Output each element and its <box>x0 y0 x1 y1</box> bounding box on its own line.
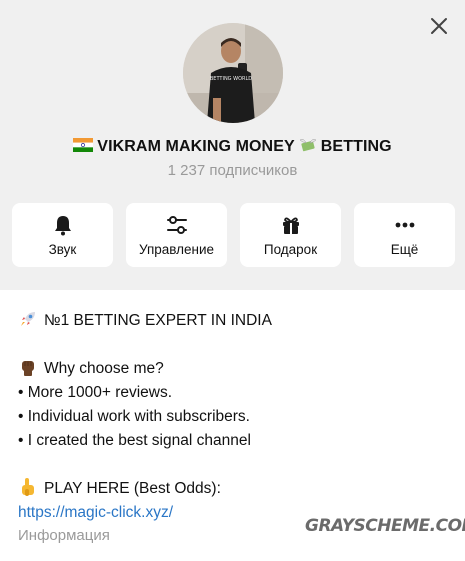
india-flag-icon <box>73 138 94 152</box>
sound-button[interactable]: Звук <box>12 203 113 267</box>
gift-button-label: Подарок <box>263 242 318 257</box>
manage-button-label: Управление <box>138 242 215 257</box>
watermark: GRAYSCHEME.COM <box>305 516 465 536</box>
description-headline: №1 BETTING EXPERT IN INDIA <box>44 312 272 329</box>
sound-button-label: Звук <box>48 242 77 257</box>
gift-button[interactable]: Подарок <box>240 203 341 267</box>
more-button[interactable]: Ещё <box>354 203 455 267</box>
description-line: PLAY HERE (Best Odds): <box>18 477 448 501</box>
description-line: №1 BETTING EXPERT IN INDIA <box>18 309 448 333</box>
description-bullet: • I created the best signal channel <box>18 432 251 449</box>
channel-title: VIKRAM MAKING MONEY BETTING <box>0 136 465 156</box>
money-wings-icon <box>299 139 317 152</box>
channel-name-suffix: BETTING <box>320 138 392 155</box>
rocket-icon <box>21 312 35 326</box>
external-link[interactable]: https://magic-click.xyz/ <box>18 504 173 521</box>
pointing-down-icon <box>22 478 34 496</box>
description-play: PLAY HERE (Best Odds): <box>44 480 221 497</box>
bell-icon <box>54 216 71 236</box>
channel-description: №1 BETTING EXPERT IN INDIA Why choose me… <box>18 309 448 525</box>
subscriber-count: 1 237 подписчиков <box>167 162 298 179</box>
shirt-print: BETTING WORLD <box>210 76 252 82</box>
info-label: Информация <box>18 527 110 544</box>
manage-button[interactable]: Управление <box>126 203 227 267</box>
sliders-icon <box>166 216 187 234</box>
description-why: Why choose me? <box>44 360 164 377</box>
description-line: Why choose me? <box>18 357 448 381</box>
profile-header: BETTING WORLD VIKRAM MAKING MONEY BETTIN… <box>0 0 465 290</box>
gift-icon <box>282 217 299 234</box>
close-icon <box>431 18 447 34</box>
close-button[interactable] <box>427 14 451 38</box>
description-bullet: • More 1000+ reviews. <box>18 384 173 401</box>
more-button-label: Ещё <box>390 242 419 257</box>
channel-name: VIKRAM MAKING MONEY <box>97 138 295 155</box>
avatar[interactable]: BETTING WORLD <box>183 23 283 123</box>
raised-fist-icon <box>22 361 34 376</box>
action-buttons: Звук Управление Подарок Ещё <box>12 203 455 267</box>
more-icon <box>395 222 414 228</box>
description-bullet: • Individual work with subscribers. <box>18 408 250 425</box>
